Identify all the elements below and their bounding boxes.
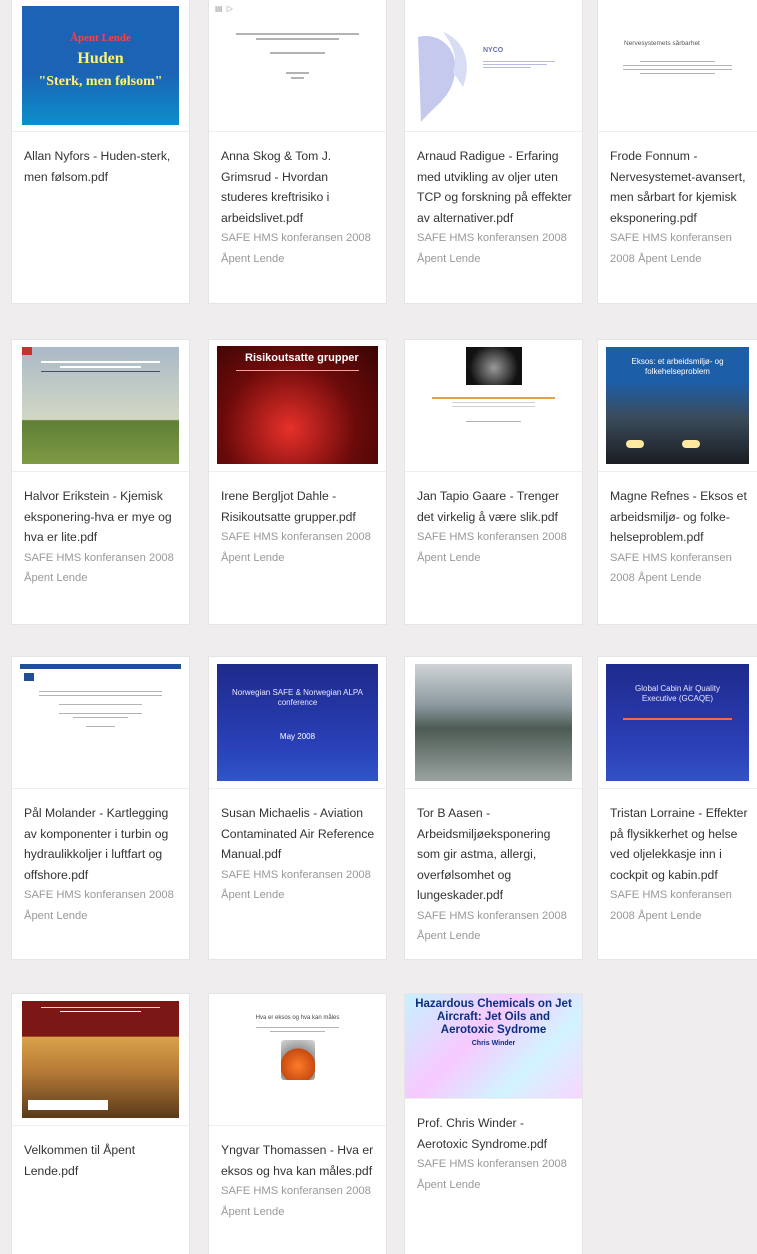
document-thumbnail[interactable]: [405, 340, 582, 472]
document-card[interactable]: Eksos: et arbeidsmiljø- og folkehelsepro…: [598, 340, 757, 624]
document-title[interactable]: Yngvar Thomassen - Hva er eksos og hva k…: [221, 1140, 378, 1181]
document-source: SAFE HMS konferansen 2008 Åpent Lende: [610, 551, 732, 585]
document-thumbnail[interactable]: Hazardous Chemicals on Jet Aircraft: Jet…: [405, 994, 582, 1099]
nyco-logo: NYCO: [413, 7, 574, 124]
slide-text: Hazardous Chemicals on Jet Aircraft: Jet…: [415, 998, 572, 1036]
pdf-page-icon: ▤ ▷: [215, 4, 234, 13]
document-source: SAFE HMS konferansen 2008 Åpent Lende: [24, 889, 174, 922]
document-thumbnail[interactable]: Global Cabin Air Quality Executive (GCAQ…: [598, 657, 757, 789]
document-source: SAFE HMS konferansen 2008 Åpent Lende: [417, 909, 567, 943]
slide-text: "Sterk, men følsom": [38, 74, 163, 89]
slide-text: Global Cabin Air Quality Executive (GCAQ…: [635, 684, 720, 703]
document-thumbnail[interactable]: Norwegian SAFE & Norwegian ALPA conferen…: [209, 657, 386, 789]
slide-text: Eksos: et arbeidsmiljø- og folkehelsepro…: [631, 357, 724, 376]
document-source: SAFE HMS konferansen 2008 Åpent Lende: [417, 531, 567, 564]
document-card[interactable]: Pål Molander - Kartlegging av komponente…: [12, 657, 189, 959]
document-title[interactable]: Prof. Chris Winder - Aerotoxic Syndrome.…: [417, 1113, 574, 1154]
document-thumbnail[interactable]: [12, 657, 189, 789]
document-title[interactable]: Anna Skog & Tom J. Grimsrud - Hvordan st…: [221, 146, 378, 228]
slide-text: Risikoutsatte grupper: [245, 352, 359, 364]
document-card[interactable]: Åpent Lende Huden "Sterk, men følsom" Al…: [12, 0, 189, 303]
document-title[interactable]: Magne Refnes - Eksos et arbeidsmiljø- og…: [610, 486, 749, 548]
slide-text: Nervesystemets sårbarhet: [624, 40, 700, 47]
document-card[interactable]: Halvor Erikstein - Kjemisk eksponering-h…: [12, 340, 189, 624]
document-title[interactable]: Allan Nyfors - Huden-sterk, men følsom.p…: [24, 146, 181, 187]
document-title[interactable]: Arnaud Radigue - Erfaring med utvikling …: [417, 146, 574, 228]
slide-text: Chris Winder: [471, 1040, 516, 1047]
document-source: SAFE HMS konferansen 2008 Åpent Lende: [417, 1158, 567, 1191]
document-source: SAFE HMS konferansen 2008 Åpent Lende: [221, 1185, 371, 1218]
document-card[interactable]: Jan Tapio Gaare - Trenger det virkelig å…: [405, 340, 582, 624]
document-thumbnail[interactable]: Hva er eksos og hva kan måles: [209, 994, 386, 1126]
document-thumbnail[interactable]: NYCO: [405, 0, 582, 132]
document-card[interactable]: NYCO Arnaud Radigue - Erfaring med utvik…: [405, 0, 582, 303]
document-thumbnail[interactable]: [12, 340, 189, 472]
document-thumbnail[interactable]: [405, 657, 582, 789]
document-card[interactable]: Tor B Aasen - Arbeidsmiljøeksponering so…: [405, 657, 582, 959]
document-card[interactable]: Nervesystemets sårbarhet Frode Fonnum - …: [598, 0, 757, 303]
document-source: SAFE HMS konferansen 2008 Åpent Lende: [221, 531, 371, 564]
slide-text: Åpent Lende: [70, 32, 131, 44]
document-source: SAFE HMS konferansen 2008 Åpent Lende: [221, 868, 371, 902]
document-source: SAFE HMS konferansen 2008 Åpent Lende: [610, 889, 732, 922]
slide-text: May 2008: [279, 732, 316, 741]
slide-text: Norwegian SAFE & Norwegian ALPA conferen…: [231, 688, 364, 707]
document-title[interactable]: Pål Molander - Kartlegging av komponente…: [24, 803, 181, 885]
slide-text: NYCO: [483, 47, 504, 54]
slide-text: Hva er eksos og hva kan måles: [255, 1015, 340, 1021]
document-title[interactable]: Irene Bergljot Dahle - Risikoutsatte gru…: [221, 486, 378, 527]
document-title[interactable]: Tor B Aasen - Arbeidsmiljøeksponering so…: [417, 803, 574, 906]
document-card[interactable]: Velkommen til Åpent Lende.pdf: [12, 994, 189, 1254]
document-thumbnail[interactable]: Åpent Lende Huden "Sterk, men følsom": [12, 0, 189, 132]
document-source: SAFE HMS konferansen 2008 Åpent Lende: [24, 551, 174, 585]
document-card[interactable]: Norwegian SAFE & Norwegian ALPA conferen…: [209, 657, 386, 959]
document-thumbnail[interactable]: Risikoutsatte grupper: [209, 340, 386, 472]
document-source: SAFE HMS konferansen 2008 Åpent Lende: [610, 232, 732, 265]
document-title[interactable]: Velkommen til Åpent Lende.pdf: [24, 1140, 181, 1181]
document-thumbnail[interactable]: [12, 994, 189, 1126]
document-title[interactable]: Tristan Lorraine - Effekter på flysikker…: [610, 803, 749, 885]
document-title[interactable]: Jan Tapio Gaare - Trenger det virkelig å…: [417, 486, 574, 527]
document-card[interactable]: ▤ ▷ Anna Skog & Tom J. Grimsrud - Hvorda…: [209, 0, 386, 303]
slide-text: Huden: [77, 50, 124, 67]
document-title[interactable]: Frode Fonnum - Nervesystemet-avansert, m…: [610, 146, 749, 228]
document-card[interactable]: Global Cabin Air Quality Executive (GCAQ…: [598, 657, 757, 959]
document-title[interactable]: Halvor Erikstein - Kjemisk eksponering-h…: [24, 486, 181, 548]
document-title[interactable]: Susan Michaelis - Aviation Contaminated …: [221, 803, 378, 865]
document-thumbnail[interactable]: ▤ ▷: [209, 0, 386, 132]
document-card[interactable]: Risikoutsatte grupper Irene Bergljot Dah…: [209, 340, 386, 624]
document-thumbnail[interactable]: Eksos: et arbeidsmiljø- og folkehelsepro…: [598, 340, 757, 472]
document-source: SAFE HMS konferansen 2008 Åpent Lende: [221, 232, 371, 265]
document-card[interactable]: Hva er eksos og hva kan måles Yngvar Tho…: [209, 994, 386, 1254]
document-thumbnail[interactable]: Nervesystemets sårbarhet: [598, 0, 757, 132]
document-source: SAFE HMS konferansen 2008 Åpent Lende: [417, 232, 567, 265]
document-card[interactable]: Hazardous Chemicals on Jet Aircraft: Jet…: [405, 994, 582, 1254]
